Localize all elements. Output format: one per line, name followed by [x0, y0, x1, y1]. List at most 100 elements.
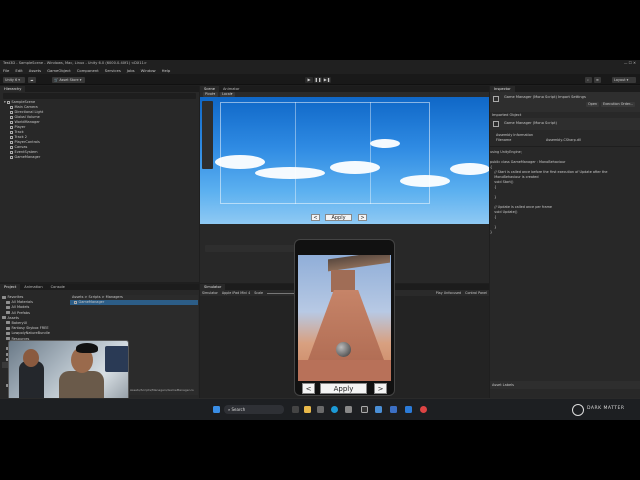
cloud-shape [450, 163, 489, 175]
hierarchy-item-label: Track 2 [14, 135, 28, 139]
play-mode-dropdown[interactable]: Play Unfocused [436, 290, 461, 296]
gameobject-icon [10, 115, 13, 119]
project-footer-path: Assets/Scripts/Managers/GameManager.cs [130, 388, 194, 392]
project-folder-label: LowpolyNatureBundle [11, 331, 50, 336]
menu-item-services[interactable]: Services [105, 67, 121, 74]
tab-hierarchy[interactable]: Hierarchy [0, 86, 26, 92]
inspector-title: Game Manager (Mono Script) Import Settin… [504, 95, 586, 99]
chrome-icon[interactable] [420, 406, 427, 413]
scene-apply-button[interactable]: Apply [325, 214, 352, 221]
vscode-icon[interactable] [405, 406, 412, 413]
main-toolbar: Unity 6 ▾ ☁ 🛒 Asset Store ▾ ▶ ❚❚ ▶❚ ⌕ ≡ … [0, 74, 640, 85]
scene-tools-column [202, 101, 213, 169]
scale-label: Scale [254, 291, 264, 295]
windows-start-icon[interactable] [213, 406, 220, 413]
sim-prev-button[interactable]: < [302, 383, 315, 394]
gameobject-icon [10, 145, 13, 149]
device-dropdown[interactable]: Apple iPad Mini 4 [222, 290, 250, 296]
app-icon[interactable] [345, 406, 352, 413]
imported-object-header: Game Manager (Mono Script) [490, 118, 640, 130]
folder-icon [6, 321, 10, 325]
windows-taskbar: ⌕ Search DARK MATTER [0, 398, 640, 420]
sim-next-button[interactable]: > [374, 383, 387, 394]
menu-item-component[interactable]: Component [77, 67, 99, 74]
asset-labels-bar[interactable]: Asset Labels [490, 381, 640, 389]
sim-apply-button[interactable]: Apply [320, 383, 367, 394]
open-button[interactable]: Open [586, 102, 600, 107]
file-explorer-icon[interactable] [304, 406, 311, 413]
window-title: Test3D - SampleScene - Windows, Mac, Lin… [3, 61, 147, 65]
scene-next-button[interactable]: > [358, 214, 367, 221]
folder-icon [6, 326, 10, 330]
ground-plane [298, 360, 391, 381]
menu-item-help[interactable]: Help [162, 67, 171, 74]
player-ball [336, 342, 351, 357]
pause-icon[interactable]: ❚❚ [314, 76, 322, 83]
menu-item-edit[interactable]: Edit [15, 67, 22, 74]
hierarchy-item-label: Global Volume [14, 115, 40, 119]
filename-label: Filename [496, 138, 512, 142]
unity-icon[interactable] [361, 406, 368, 413]
hierarchy-item-label: Directional Light [14, 110, 44, 114]
hierarchy-item-label: Track [14, 130, 24, 134]
hierarchy-item-label: PlayerControls [14, 140, 40, 144]
task-view-icon[interactable] [292, 406, 299, 413]
app-icon[interactable] [375, 406, 382, 413]
webcam-overlay [8, 340, 129, 406]
layout-dropdown[interactable]: Layout ▾ [612, 76, 636, 83]
file-item-gamemanager[interactable]: GameManager [70, 300, 198, 305]
folder-icon [2, 295, 6, 299]
brand-logo-icon [572, 404, 584, 416]
inspector-panel: Inspector Game Manager (Mono Script) Imp… [490, 86, 640, 398]
hierarchy-search[interactable] [3, 93, 196, 99]
asset-store-button[interactable]: 🛒 Asset Store ▾ [52, 76, 85, 83]
script-icon [493, 96, 499, 102]
hierarchy-items: Main Camera Directional Light Global Volum… [4, 105, 199, 160]
tab-animation[interactable]: Animation [20, 284, 46, 290]
hierarchy-panel: Hierarchy ▾ SampleScene Main Camera Direc… [0, 86, 199, 282]
inspector-header: Game Manager (Mono Script) Import Settin… [490, 92, 640, 112]
step-icon[interactable]: ▶❚ [323, 76, 331, 83]
hierarchy-item[interactable]: GameManager [4, 155, 199, 160]
app-icon[interactable] [317, 406, 324, 413]
play-icon[interactable]: ▶ [305, 76, 313, 83]
scene-viewport[interactable]: < Apply > [200, 97, 489, 224]
menu-bar: File Edit Assets GameObject Component Service… [0, 67, 640, 74]
simulated-game-screen[interactable] [298, 255, 391, 381]
menu-item-file[interactable]: File [3, 67, 9, 74]
control-panel-button[interactable]: Control Panel [465, 290, 489, 296]
scene-prev-button[interactable]: < [311, 214, 320, 221]
gameobject-icon [10, 130, 13, 134]
ramp-top [328, 255, 390, 272]
project-folder-label: Fantasy Skybox FREE [11, 326, 49, 331]
project-folder-label: All Models [11, 305, 30, 310]
script-icon [74, 300, 77, 304]
project-folder-label: All Materials [11, 300, 34, 305]
tab-project[interactable]: Project [0, 284, 21, 290]
menu-item-jobs[interactable]: Jobs [127, 67, 135, 74]
layers-icon[interactable]: ≡ [594, 76, 601, 83]
scale-slider[interactable] [267, 292, 298, 294]
menu-item-assets[interactable]: Assets [29, 67, 41, 74]
project-folder-label: All Prefabs [11, 310, 30, 315]
menu-item-gameobject[interactable]: GameObject [47, 67, 71, 74]
simulator-mode-dropdown[interactable]: Simulator [202, 290, 218, 296]
project-folder-label: Favorites [7, 295, 24, 299]
gameobject-icon [10, 140, 13, 144]
canvas-guide [370, 102, 371, 204]
account-button[interactable]: Unity 6 ▾ [3, 76, 25, 83]
window-controls[interactable]: — ☐ ✕ [624, 60, 636, 67]
scene-overlay-toolbar[interactable] [205, 245, 295, 252]
edge-icon[interactable] [331, 406, 338, 413]
tab-console[interactable]: Console [47, 284, 69, 290]
search-icon[interactable]: ⌕ [585, 76, 592, 83]
menu-item-window[interactable]: Window [141, 67, 156, 74]
taskbar-search[interactable]: ⌕ Search [224, 405, 284, 414]
app-icon[interactable] [390, 406, 397, 413]
cloud-icon[interactable]: ☁ [28, 76, 36, 83]
folder-icon [6, 331, 10, 335]
hierarchy-tabbar: Hierarchy [0, 86, 199, 92]
execution-order-button[interactable]: Execution Order... [601, 102, 636, 107]
tower-top [331, 270, 355, 292]
hierarchy-item-label: WorldManager [14, 120, 40, 124]
